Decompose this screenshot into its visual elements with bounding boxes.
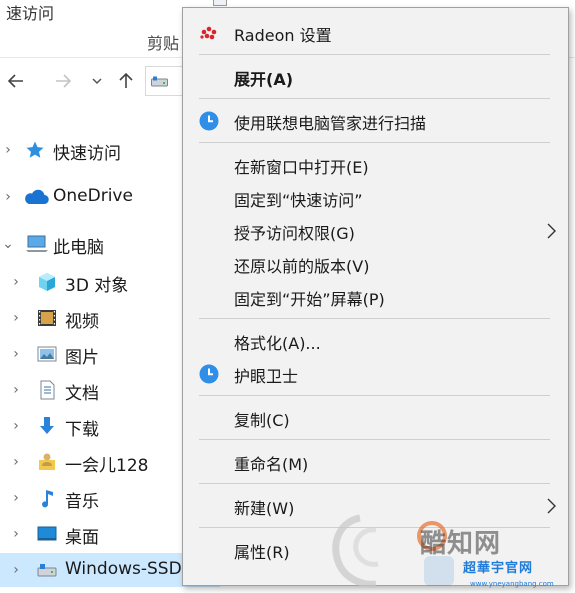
menu-item-label: 格式化(A)...	[234, 334, 321, 353]
arrow-up-icon	[119, 72, 133, 88]
menu-item-label: 重命名(M)	[234, 455, 309, 474]
menu-item-radeon-settings[interactable]: Radeon 设置	[187, 17, 564, 49]
tree-item-label: 文档	[65, 384, 99, 404]
menu-item-label: 使用联想电脑管家进行扫描	[234, 114, 427, 133]
forward-button[interactable]	[50, 68, 76, 94]
watermark-text-sub: 超華宇官网	[463, 561, 534, 576]
tree-item-label: 此电脑	[53, 238, 104, 258]
radeon-icon	[200, 26, 217, 40]
chevron-right-icon[interactable]: ›	[10, 310, 22, 326]
menu-item-label: 还原以前的版本(V)	[234, 257, 370, 276]
ribbon-copy-path-icon[interactable]	[213, 0, 227, 6]
music-note-icon	[42, 490, 53, 508]
eye-guard-icon	[199, 364, 219, 384]
tree-item-label: OneDrive	[53, 186, 133, 206]
menu-item-restore-versions[interactable]: 还原以前的版本(V)	[187, 248, 564, 280]
menu-item-format[interactable]: 格式化(A)...	[187, 325, 564, 357]
chevron-right-icon[interactable]: ›	[10, 382, 22, 398]
tree-item-label: 图片	[65, 348, 99, 368]
menu-item-give-access[interactable]: 授予访问权限(G)	[187, 215, 564, 247]
cube-icon	[39, 273, 55, 291]
back-button[interactable]	[3, 68, 29, 94]
user-folder-icon	[39, 453, 55, 470]
chevron-right-icon[interactable]: ›	[10, 346, 22, 362]
menu-item-pin-quick-access[interactable]: 固定到“快速访问”	[187, 182, 564, 214]
menu-item-label: 护眼卫士	[234, 367, 299, 386]
picture-icon	[37, 346, 57, 362]
menu-item-label: Radeon 设置	[234, 26, 332, 45]
tree-item-label: 音乐	[65, 492, 99, 512]
recent-locations-button[interactable]	[84, 68, 110, 94]
chevron-down-icon	[92, 78, 102, 85]
film-icon	[38, 310, 56, 326]
menu-item-expand[interactable]: 展开(A)	[187, 61, 564, 93]
menu-separator	[199, 483, 550, 484]
chevron-right-icon	[547, 223, 556, 239]
menu-item-lenovo-scan[interactable]: 使用联想电脑管家进行扫描	[187, 105, 564, 137]
tree-item-label: 3D 对象	[65, 276, 129, 296]
ribbon-quick-access-label[interactable]: 速访问	[6, 0, 54, 24]
menu-item-label: 复制(C)	[234, 411, 290, 430]
tree-item-label: 一会儿128	[65, 456, 149, 476]
menu-item-copy[interactable]: 复制(C)	[187, 402, 564, 434]
document-icon	[40, 380, 55, 400]
up-button[interactable]	[113, 68, 139, 94]
menu-separator	[199, 98, 550, 99]
menu-separator	[199, 318, 550, 319]
computer-icon	[26, 235, 48, 252]
watermark-url: www.yneyangbang.com	[470, 580, 554, 588]
chevron-right-icon[interactable]: ›	[10, 418, 22, 434]
watermark-text-main: 酷知网	[420, 529, 502, 559]
tree-item-label: 桌面	[65, 528, 99, 548]
menu-item-label: 固定到“开始”屏幕(P)	[234, 290, 385, 309]
arrow-right-icon	[56, 74, 72, 88]
chevron-right-icon[interactable]: ›	[10, 454, 22, 470]
chevron-right-icon[interactable]: ›	[2, 189, 14, 205]
drive-icon	[151, 76, 168, 87]
menu-separator	[199, 395, 550, 396]
tree-item-label: 视频	[65, 312, 99, 332]
menu-separator	[199, 439, 550, 440]
ribbon-group-clipboard-label: 剪贴	[147, 34, 180, 53]
chevron-right-icon[interactable]: ›	[10, 562, 22, 578]
chevron-right-icon[interactable]: ›	[2, 142, 14, 158]
download-icon	[40, 417, 54, 434]
menu-item-label: 展开(A)	[234, 70, 294, 89]
menu-separator	[199, 142, 550, 143]
chevron-right-icon[interactable]: ›	[10, 526, 22, 542]
menu-item-label: 在新窗口中打开(E)	[234, 158, 369, 177]
menu-item-rename[interactable]: 重命名(M)	[187, 446, 564, 478]
menu-item-label: 固定到“快速访问”	[234, 191, 363, 210]
context-menu: Radeon 设置 展开(A) 使用联想电脑管家进行扫描 在新窗口中打开(E) …	[182, 7, 569, 586]
arrow-left-icon	[7, 74, 23, 88]
chevron-right-icon[interactable]: ›	[10, 490, 22, 506]
cloud-icon	[25, 189, 49, 205]
chevron-right-icon[interactable]: ›	[10, 274, 22, 290]
drive-icon	[37, 564, 57, 577]
lenovo-pc-manager-icon	[199, 111, 219, 131]
menu-item-label: 授予访问权限(G)	[234, 224, 355, 243]
menu-item-label: 属性(R)	[234, 543, 290, 562]
star-icon	[26, 141, 44, 158]
chevron-down-icon[interactable]: ⌄	[2, 236, 14, 252]
menu-separator	[199, 54, 550, 55]
menu-item-eye-guard[interactable]: 护眼卫士	[187, 358, 564, 390]
tree-item-label: 下载	[65, 420, 99, 440]
menu-item-pin-start[interactable]: 固定到“开始”屏幕(P)	[187, 281, 564, 313]
desktop-icon	[37, 526, 57, 541]
menu-item-label: 新建(W)	[234, 499, 295, 518]
menu-item-open-new-window[interactable]: 在新窗口中打开(E)	[187, 149, 564, 181]
tree-item-label: 快速访问	[53, 144, 121, 164]
